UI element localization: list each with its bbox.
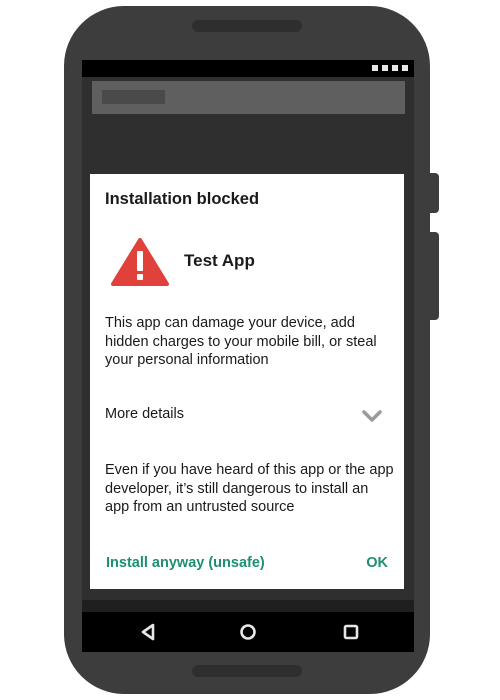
device-screen: Installation blocked Test App This app c… bbox=[82, 60, 414, 652]
install-blocked-dialog: Installation blocked Test App This app c… bbox=[90, 174, 404, 589]
phone-speaker-top bbox=[192, 20, 302, 32]
background-app-bar bbox=[92, 81, 405, 114]
navigation-bar bbox=[82, 612, 414, 652]
background-app-title-placeholder bbox=[102, 90, 165, 104]
warning-message: This app can damage your device, add hid… bbox=[105, 315, 377, 368]
home-circle-icon[interactable] bbox=[238, 622, 258, 642]
status-bar bbox=[82, 60, 414, 77]
chevron-down-icon bbox=[362, 410, 382, 422]
more-details-toggle[interactable]: More details bbox=[90, 402, 404, 430]
status-icon bbox=[402, 65, 408, 71]
back-triangle-icon[interactable] bbox=[138, 622, 158, 642]
install-anyway-button[interactable]: Install anyway (unsafe) bbox=[106, 555, 265, 571]
power-button bbox=[430, 173, 439, 213]
status-icon bbox=[392, 65, 398, 71]
app-name: Test App bbox=[184, 251, 255, 270]
phone-speaker-bottom bbox=[192, 665, 302, 677]
warning-triangle-icon bbox=[111, 238, 169, 286]
explanation-message: Even if you have heard of this app or th… bbox=[105, 462, 394, 515]
more-details-label: More details bbox=[105, 406, 184, 422]
volume-button bbox=[430, 232, 439, 320]
status-icon bbox=[372, 65, 378, 71]
background-app: Installation blocked Test App This app c… bbox=[82, 77, 414, 600]
status-icons bbox=[372, 65, 408, 71]
status-icon bbox=[382, 65, 388, 71]
dialog-title: Installation blocked bbox=[105, 190, 260, 208]
ok-button[interactable]: OK bbox=[366, 555, 388, 571]
recents-square-icon[interactable] bbox=[341, 622, 361, 642]
